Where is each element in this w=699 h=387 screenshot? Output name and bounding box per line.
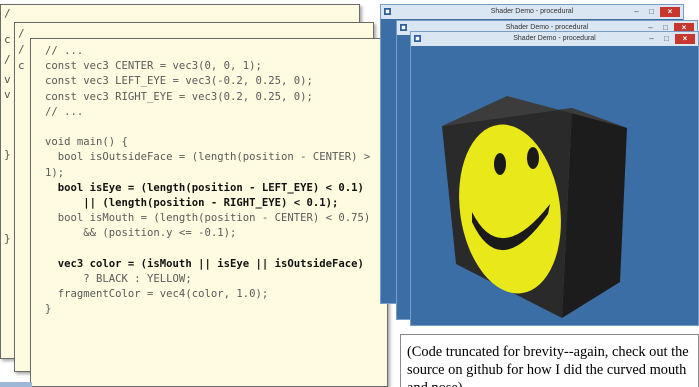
peek-char: } bbox=[4, 232, 11, 245]
code-line: ? BLACK : YELLOW; bbox=[45, 272, 192, 285]
code-line-highlighted: bool isEye = (length(position - LEFT_EYE… bbox=[45, 181, 364, 194]
close-button[interactable]: × bbox=[660, 6, 680, 17]
code-line: // ... bbox=[45, 105, 84, 118]
peek-char: v bbox=[4, 73, 11, 86]
shader-demo-window-front[interactable]: Shader Demo - procedural – □ × bbox=[410, 31, 699, 326]
taskbar-strip bbox=[0, 382, 32, 387]
code-line: bool isOutsideFace = (length(position - … bbox=[45, 151, 371, 164]
code-line: const vec3 CENTER = vec3(0, 0, 1); bbox=[45, 60, 262, 73]
peek-char: / bbox=[18, 43, 25, 56]
code-line: // ... bbox=[45, 45, 84, 57]
minimize-button[interactable]: – bbox=[630, 7, 643, 17]
close-button[interactable]: × bbox=[675, 33, 695, 44]
peek-char: } bbox=[4, 148, 11, 161]
code-line: 1); bbox=[45, 166, 65, 179]
peek-char: / bbox=[4, 7, 11, 20]
peek-char: c bbox=[4, 33, 11, 46]
code-line: const vec3 RIGHT_EYE = vec3(0.2, 0.25, 0… bbox=[45, 90, 313, 103]
code-line-highlighted: || (length(position - RIGHT_EYE) < 0.1); bbox=[45, 196, 339, 209]
window-titlebar[interactable]: Shader Demo - procedural – □ × bbox=[381, 5, 683, 19]
caption-text: (Code truncated for brevity--again, chec… bbox=[407, 344, 689, 387]
smiley-left-eye bbox=[494, 153, 506, 175]
code-line: } bbox=[45, 303, 52, 316]
minimize-button[interactable]: – bbox=[645, 34, 658, 44]
peek-char: c bbox=[18, 59, 25, 72]
code-block: // ... const vec3 CENTER = vec3(0, 0, 1);… bbox=[45, 44, 370, 317]
peek-char: / bbox=[18, 27, 25, 40]
maximize-button[interactable]: □ bbox=[660, 34, 673, 44]
code-line: fragmentColor = vec4(color, 1.0); bbox=[45, 288, 269, 300]
maximize-button[interactable]: □ bbox=[645, 7, 658, 17]
caption-box: (Code truncated for brevity--again, chec… bbox=[400, 334, 699, 387]
smiley-right-eye bbox=[527, 147, 539, 169]
code-line: && (position.y <= -0.1); bbox=[45, 227, 237, 240]
code-line-highlighted: vec3 color = (isMouth || isEye || isOuts… bbox=[45, 257, 364, 270]
code-card-front: // ... const vec3 CENTER = vec3(0, 0, 1);… bbox=[30, 38, 388, 387]
peek-char: / bbox=[4, 53, 11, 66]
window-titlebar[interactable]: Shader Demo - procedural – □ × bbox=[411, 32, 698, 46]
render-canvas bbox=[412, 46, 697, 324]
code-line: bool isMouth = (length(position - CENTER… bbox=[45, 212, 371, 225]
code-line: const vec3 LEFT_EYE = vec3(-0.2, 0.25, 0… bbox=[45, 75, 313, 88]
smiley-cube-render bbox=[442, 96, 627, 318]
cube-right-face bbox=[562, 108, 627, 318]
peek-char: v bbox=[4, 88, 11, 101]
code-line: void main() { bbox=[45, 136, 128, 149]
